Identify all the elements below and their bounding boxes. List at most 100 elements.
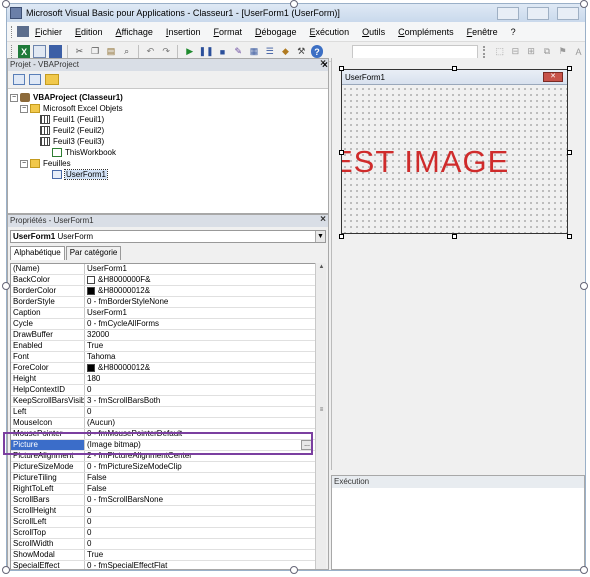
run-icon[interactable]: ▶ bbox=[183, 45, 196, 58]
align-icon[interactable]: ⬚ bbox=[493, 45, 506, 58]
redo-icon[interactable]: ↷ bbox=[160, 45, 173, 58]
property-value-cell[interactable]: 0 bbox=[85, 506, 315, 516]
cut-icon[interactable]: ✂ bbox=[73, 45, 86, 58]
close-designer-icon[interactable]: × bbox=[322, 60, 328, 71]
property-value-cell[interactable]: 0 - fmCycleAllForms bbox=[85, 319, 315, 329]
form-resize-handle-mr[interactable] bbox=[567, 150, 572, 155]
property-value-cell[interactable]: &H8000000F& bbox=[85, 275, 315, 285]
property-value-cell[interactable]: 32000 bbox=[85, 330, 315, 340]
property-value-cell[interactable]: True bbox=[85, 550, 315, 560]
reset-icon[interactable]: ■ bbox=[216, 45, 229, 58]
save-icon[interactable] bbox=[49, 45, 63, 58]
property-row[interactable]: ScrollTop 0 bbox=[11, 528, 315, 539]
menu-edition[interactable]: Edition bbox=[75, 27, 103, 37]
menu-complements[interactable]: Compléments bbox=[398, 27, 454, 37]
property-row[interactable]: Font Tahoma bbox=[11, 352, 315, 363]
property-value-cell[interactable]: UserForm1 bbox=[85, 264, 315, 274]
scroll-thumb-grip-icon[interactable]: ≡ bbox=[317, 407, 326, 413]
frame-handle-tr[interactable] bbox=[580, 0, 588, 8]
property-row[interactable]: ScrollWidth 0 bbox=[11, 539, 315, 550]
property-value-cell[interactable]: 0 bbox=[85, 385, 315, 395]
property-value-cell[interactable]: 0 - fmBorderStyleNone bbox=[85, 297, 315, 307]
property-row[interactable]: Enabled True bbox=[11, 341, 315, 352]
property-value-cell[interactable]: True bbox=[85, 341, 315, 351]
frame-handle-ml[interactable] bbox=[2, 282, 10, 290]
property-value-cell[interactable]: &H80000012& bbox=[85, 286, 315, 296]
property-row[interactable]: ShowModal True bbox=[11, 550, 315, 561]
property-row[interactable]: MouseIcon (Aucun) bbox=[11, 418, 315, 429]
toolbar-grip-icon[interactable] bbox=[479, 45, 486, 58]
menu-debogage[interactable]: Débogage bbox=[255, 27, 297, 37]
property-value-cell[interactable]: 0 bbox=[85, 528, 315, 538]
maximize-button[interactable] bbox=[527, 6, 549, 20]
frame-handle-mr[interactable] bbox=[580, 282, 588, 290]
property-row[interactable]: SpecialEffect 0 - fmSpecialEffectFlat bbox=[11, 561, 315, 569]
property-value-cell[interactable]: &H80000012& bbox=[85, 363, 315, 373]
menu-outils[interactable]: Outils bbox=[362, 27, 385, 37]
comment-icon[interactable]: ⊞ bbox=[525, 45, 538, 58]
property-row[interactable]: ScrollHeight 0 bbox=[11, 506, 315, 517]
project-explorer-icon[interactable]: ▦ bbox=[248, 45, 261, 58]
property-value-cell[interactable]: False bbox=[85, 484, 315, 494]
collapse-icon[interactable]: − bbox=[20, 104, 28, 113]
design-mode-icon[interactable]: ✎ bbox=[232, 45, 245, 58]
userform-close-icon[interactable]: ✕ bbox=[543, 72, 563, 82]
property-value-cell[interactable]: 0 - fmPictureSizeModeClip bbox=[85, 462, 315, 472]
scroll-up-icon[interactable]: ▲ bbox=[317, 264, 326, 270]
menu-format[interactable]: Format bbox=[213, 27, 242, 37]
property-value-cell[interactable]: (Aucun) bbox=[85, 418, 315, 428]
minimize-button[interactable] bbox=[497, 6, 519, 20]
property-row[interactable]: BorderStyle 0 - fmBorderStyleNone bbox=[11, 297, 315, 308]
font-size-icon[interactable]: A bbox=[572, 45, 585, 58]
menu-fichier[interactable]: Fichier bbox=[35, 27, 62, 37]
form-resize-handle-tm[interactable] bbox=[452, 66, 457, 71]
view-excel-icon[interactable]: X bbox=[17, 45, 31, 58]
toolbar-grip-icon[interactable] bbox=[11, 45, 15, 58]
property-row[interactable]: Cycle 0 - fmCycleAllForms bbox=[11, 319, 315, 330]
menubar-grip[interactable] bbox=[11, 25, 14, 38]
property-row[interactable]: ForeColor &H80000012& bbox=[11, 363, 315, 374]
property-row[interactable]: KeepScrollBarsVisible 3 - fmScrollBarsBot… bbox=[11, 396, 315, 407]
property-row[interactable]: ScrollBars 0 - fmScrollBarsNone bbox=[11, 495, 315, 506]
property-row[interactable]: PictureSizeMode 0 - fmPictureSizeModeClip bbox=[11, 462, 315, 473]
chevron-down-icon[interactable]: ▼ bbox=[315, 231, 325, 242]
form-resize-handle-ml[interactable] bbox=[339, 150, 344, 155]
break-icon[interactable]: ❚❚ bbox=[199, 45, 214, 58]
tree-node-excel-objects[interactable]: − Microsoft Excel Objets bbox=[10, 103, 328, 114]
paste-icon[interactable]: ▤ bbox=[105, 45, 118, 58]
property-value-cell[interactable]: 0 bbox=[85, 407, 315, 417]
property-row[interactable]: PictureTiling False bbox=[11, 473, 315, 484]
menu-insertion[interactable]: Insertion bbox=[166, 27, 201, 37]
property-row[interactable]: Caption UserForm1 bbox=[11, 308, 315, 319]
tree-node-feuil3[interactable]: Feuil3 (Feuil3) bbox=[10, 136, 328, 147]
copy-icon[interactable]: ❐ bbox=[89, 45, 102, 58]
close-properties-pane-icon[interactable]: × bbox=[320, 215, 326, 226]
form-resize-handle-bm[interactable] bbox=[452, 234, 457, 239]
property-value-cell[interactable]: 3 - fmScrollBarsBoth bbox=[85, 396, 315, 406]
form-resize-handle-bl[interactable] bbox=[339, 234, 344, 239]
properties-window-icon[interactable]: ☰ bbox=[263, 45, 276, 58]
tree-node-feuilles[interactable]: − Feuilles bbox=[10, 158, 328, 169]
toggle-folders-icon[interactable] bbox=[45, 74, 59, 85]
tree-node-vbaproject[interactable]: − VBAProject (Classeur1) bbox=[10, 92, 328, 103]
userform-canvas[interactable]: UserForm1 ✕ EST IMAGE bbox=[341, 69, 568, 234]
property-row[interactable]: (Name) UserForm1 bbox=[11, 264, 315, 275]
property-row[interactable]: Left 0 bbox=[11, 407, 315, 418]
property-value-cell[interactable]: 0 - fmSpecialEffectFlat bbox=[85, 561, 315, 569]
menu-app-icon[interactable] bbox=[17, 26, 29, 37]
userform-design-grid[interactable]: EST IMAGE bbox=[342, 86, 567, 233]
collapse-icon[interactable]: − bbox=[10, 93, 18, 102]
tree-node-userform1[interactable]: UserForm1 bbox=[10, 169, 328, 180]
menu-fenetre[interactable]: Fenêtre bbox=[467, 27, 498, 37]
property-row[interactable]: Height 180 bbox=[11, 374, 315, 385]
property-value-cell[interactable]: 0 bbox=[85, 539, 315, 549]
property-row[interactable]: ScrollLeft 0 bbox=[11, 517, 315, 528]
frame-handle-bm[interactable] bbox=[290, 566, 298, 574]
property-value-cell[interactable]: 0 - fmScrollBarsNone bbox=[85, 495, 315, 505]
toolbox-icon[interactable]: ⚒ bbox=[295, 45, 308, 58]
frame-handle-tm[interactable] bbox=[290, 0, 298, 8]
form-resize-handle-tr[interactable] bbox=[567, 66, 572, 71]
size-icon[interactable]: ⧉ bbox=[541, 45, 554, 58]
collapse-icon[interactable]: − bbox=[20, 159, 28, 168]
find-icon[interactable]: ⌕ bbox=[120, 45, 133, 58]
